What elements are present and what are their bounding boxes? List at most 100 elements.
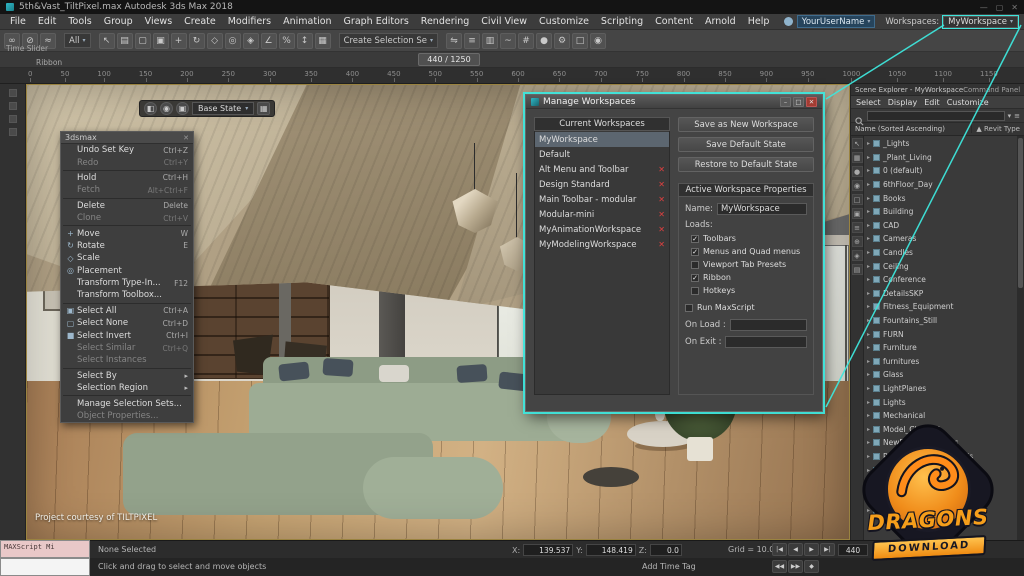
workspace-list-item[interactable]: Main Toolbar - modular ✕ bbox=[535, 192, 669, 207]
maximize-button[interactable]: ▢ bbox=[996, 3, 1004, 12]
context-menu-item[interactable]: Select By ▸ bbox=[61, 370, 193, 382]
expand-arrow-icon[interactable]: ▸ bbox=[867, 263, 870, 270]
expand-arrow-icon[interactable]: ▸ bbox=[867, 249, 870, 256]
filter-icon[interactable]: ◈ bbox=[851, 250, 863, 261]
context-menu-item[interactable]: Delete Delete ▸ bbox=[61, 200, 193, 212]
scene-object-row[interactable]: ▸ Fountains_Still bbox=[865, 314, 1017, 328]
previous-frame-icon[interactable]: ◀ bbox=[788, 543, 803, 556]
menu-item[interactable]: File bbox=[4, 16, 32, 27]
time-slider-handle[interactable]: 440 / 1250 bbox=[418, 53, 480, 66]
angle-snap-icon[interactable]: ∠ bbox=[260, 32, 277, 49]
context-menu-item[interactable]: Transform Type-In... F12 ▸ bbox=[61, 277, 193, 289]
scene-object-row[interactable]: ▸ _Lights bbox=[865, 137, 1017, 151]
explorer-search-input[interactable] bbox=[867, 110, 1005, 121]
hide-icon[interactable]: ● bbox=[851, 166, 863, 177]
context-menu-item[interactable]: Select Similar Ctrl+Q ▸ bbox=[61, 342, 193, 354]
dialog-button[interactable]: Save Default State bbox=[678, 137, 814, 152]
scene-object-row[interactable]: ▸ furnitures bbox=[865, 355, 1017, 369]
expand-arrow-icon[interactable]: ▸ bbox=[867, 371, 870, 378]
workspace-dropdown[interactable]: MyWorkspace ▾ bbox=[942, 14, 1019, 29]
on-load-input[interactable] bbox=[729, 319, 807, 331]
dialog-title-bar[interactable]: Manage Workspaces – □ ✕ bbox=[526, 95, 822, 109]
workspace-list-item[interactable]: Alt Menu and Toolbar ✕ bbox=[535, 162, 669, 177]
explorer-menu-item[interactable]: Select bbox=[856, 98, 881, 107]
workspace-list-item[interactable]: MyModelingWorkspace ✕ bbox=[535, 237, 669, 252]
scene-object-row[interactable]: ▸ 0 (default) bbox=[865, 164, 1017, 178]
context-menu-item[interactable]: + Move W ▸ bbox=[61, 227, 193, 239]
workspace-list-item[interactable]: Design Standard ✕ bbox=[535, 177, 669, 192]
context-menu-item[interactable]: Manage Selection Sets... ▸ bbox=[61, 397, 193, 409]
menu-item[interactable]: Scripting bbox=[595, 16, 649, 27]
explorer-menu-item[interactable]: Edit bbox=[924, 98, 940, 107]
render-icon[interactable]: ◉ bbox=[590, 32, 607, 49]
go-to-start-icon[interactable]: |◀ bbox=[772, 543, 787, 556]
scene-object-row[interactable]: ▸ FURN bbox=[865, 327, 1017, 341]
explorer-scrollbar[interactable] bbox=[1017, 136, 1024, 540]
delete-workspace-icon[interactable]: ✕ bbox=[658, 225, 665, 234]
scene-object-row[interactable]: ▸ Furniture bbox=[865, 341, 1017, 355]
scrollbar-thumb[interactable] bbox=[1018, 138, 1023, 288]
expand-arrow-icon[interactable]: ▸ bbox=[867, 235, 870, 242]
expand-arrow-icon[interactable]: ▸ bbox=[867, 358, 870, 365]
snaps-toggle-icon[interactable]: ◈ bbox=[242, 32, 259, 49]
workspace-list-item[interactable]: Modular-mini ✕ bbox=[535, 207, 669, 222]
on-exit-input[interactable] bbox=[725, 336, 807, 348]
menu-item[interactable]: Group bbox=[98, 16, 139, 27]
context-menu-item[interactable]: ◎ Placement ▸ bbox=[61, 265, 193, 277]
context-menu-item[interactable]: Redo Ctrl+Y ▸ bbox=[61, 156, 193, 168]
context-menu-title-bar[interactable]: 3dsmax ✕ bbox=[61, 132, 193, 144]
display-icon[interactable]: ▦ bbox=[851, 152, 863, 163]
menu-item[interactable]: Content bbox=[649, 16, 699, 27]
revit-type-column-header[interactable]: ▲ Revit Type bbox=[971, 125, 1020, 133]
scene-object-row[interactable]: ▸ LightPlanes bbox=[865, 382, 1017, 396]
maxscript-mini-listener[interactable]: MAXScript Mi bbox=[0, 540, 90, 558]
context-menu-item[interactable]: Hold Ctrl+H ▸ bbox=[61, 172, 193, 184]
window-crossing-icon[interactable]: ▣ bbox=[152, 32, 169, 49]
context-menu-item[interactable]: ■ Select Invert Ctrl+I ▸ bbox=[61, 329, 193, 341]
scene-object-row[interactable]: ▸ Building bbox=[865, 205, 1017, 219]
expand-arrow-icon[interactable]: ▸ bbox=[867, 276, 870, 283]
select-and-scale-icon[interactable]: ◇ bbox=[206, 32, 223, 49]
scene-object-row[interactable]: ▸ Candles bbox=[865, 246, 1017, 260]
scene-object-row[interactable]: ▸ Cameras bbox=[865, 232, 1017, 246]
menu-item[interactable]: Civil View bbox=[475, 16, 533, 27]
delete-workspace-icon[interactable]: ✕ bbox=[658, 210, 665, 219]
menu-item[interactable]: Customize bbox=[533, 16, 595, 27]
scene-object-row[interactable]: ▸ Conference bbox=[865, 273, 1017, 287]
load-option-checkbox[interactable]: Menus and Quad menus bbox=[691, 246, 807, 257]
scene-object-row[interactable]: ▸ Lights bbox=[865, 395, 1017, 409]
expand-arrow-icon[interactable]: ▸ bbox=[867, 399, 870, 406]
workspace-list-item[interactable]: MyAnimationWorkspace ✕ bbox=[535, 222, 669, 237]
menu-item[interactable]: Help bbox=[742, 16, 776, 27]
base-state-dropdown[interactable]: Base State ▾ bbox=[192, 102, 255, 115]
spinner-snap-icon[interactable]: ↕ bbox=[296, 32, 313, 49]
close-icon[interactable]: ✕ bbox=[183, 134, 189, 142]
close-button[interactable]: ✕ bbox=[1011, 3, 1018, 12]
mirror-icon[interactable]: ⇋ bbox=[446, 32, 463, 49]
scene-explorer-title[interactable]: Scene Explorer - MyWorkspace bbox=[855, 86, 963, 94]
state-sets-icon[interactable]: ◧ bbox=[144, 102, 157, 115]
workspace-list-item[interactable]: Default ✕ bbox=[535, 147, 669, 162]
play-icon[interactable]: ▶ bbox=[804, 543, 819, 556]
select-and-move-icon[interactable]: + bbox=[170, 32, 187, 49]
context-menu-item[interactable]: Select Instances ▸ bbox=[61, 354, 193, 366]
pick-icon[interactable]: ↖ bbox=[851, 138, 863, 149]
scene-object-row[interactable]: ▸ DetailsSKP bbox=[865, 287, 1017, 301]
scene-object-row[interactable]: ▸ Mechanical bbox=[865, 409, 1017, 423]
expand-arrow-icon[interactable]: ▸ bbox=[867, 140, 870, 147]
context-menu-item[interactable]: Selection Region ▸ bbox=[61, 382, 193, 394]
menu-item[interactable]: Views bbox=[139, 16, 179, 27]
menu-item[interactable]: Animation bbox=[277, 16, 337, 27]
columns-icon[interactable]: ▤ bbox=[851, 264, 863, 275]
load-option-checkbox[interactable]: Hotkeys bbox=[691, 285, 807, 296]
list-view-icon[interactable]: ≡ bbox=[851, 222, 863, 233]
context-menu-item[interactable]: ▢ Select None Ctrl+D ▸ bbox=[61, 317, 193, 329]
scene-object-row[interactable]: ▸ Ceiling bbox=[865, 259, 1017, 273]
delete-workspace-icon[interactable]: ✕ bbox=[658, 165, 665, 174]
menu-item[interactable]: Create bbox=[178, 16, 222, 27]
select-and-place-icon[interactable]: ◎ bbox=[224, 32, 241, 49]
command-panel-title[interactable]: Command Panel bbox=[963, 86, 1020, 94]
menu-item[interactable]: Arnold bbox=[699, 16, 742, 27]
expand-arrow-icon[interactable]: ▸ bbox=[867, 208, 870, 215]
menu-item[interactable]: Edit bbox=[32, 16, 62, 27]
